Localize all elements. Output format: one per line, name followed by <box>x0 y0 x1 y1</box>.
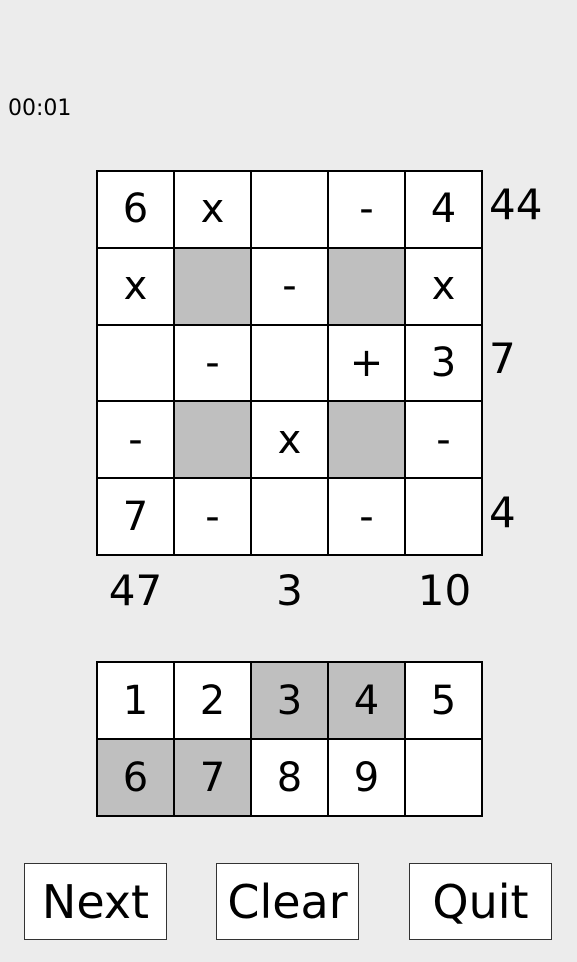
quit-button[interactable]: Quit <box>409 863 552 940</box>
grid-cell[interactable] <box>98 325 173 401</box>
grid-cell[interactable]: - <box>252 248 327 324</box>
grid-cell[interactable]: 4 <box>406 172 481 247</box>
col-clue-1: 47 <box>108 566 163 615</box>
row-clue-3: 7 <box>489 334 516 383</box>
grid-cell[interactable]: x <box>252 402 327 478</box>
number-key-1[interactable]: 1 <box>98 663 173 738</box>
number-key-9[interactable]: 9 <box>329 740 404 815</box>
grid-cell[interactable]: - <box>175 325 250 401</box>
grid-cell[interactable]: + <box>329 325 404 401</box>
number-key-6[interactable]: 6 <box>98 740 173 815</box>
puzzle-grid: 6 x -4 x - x - +3- x -7- - <box>96 170 483 556</box>
blocked-cell <box>329 402 404 478</box>
clear-button[interactable]: Clear <box>216 863 359 940</box>
grid-cell[interactable] <box>406 479 481 554</box>
row-clue-1: 44 <box>489 180 543 229</box>
grid-cell[interactable]: - <box>329 479 404 554</box>
number-key-3[interactable]: 3 <box>252 663 327 738</box>
grid-cell[interactable] <box>252 325 327 401</box>
blocked-cell <box>329 248 404 324</box>
number-key-4[interactable]: 4 <box>329 663 404 738</box>
grid-cell[interactable]: 7 <box>98 479 173 554</box>
timer: 00:01 <box>8 96 72 121</box>
grid-cell[interactable]: - <box>406 402 481 478</box>
grid-cell[interactable]: - <box>98 402 173 478</box>
grid-cell[interactable]: - <box>175 479 250 554</box>
grid-cell[interactable]: - <box>329 172 404 247</box>
col-clue-3: 3 <box>276 566 303 615</box>
row-clue-5: 4 <box>489 488 516 537</box>
blocked-cell <box>175 402 250 478</box>
grid-cell[interactable]: 3 <box>406 325 481 401</box>
grid-cell[interactable]: x <box>98 248 173 324</box>
grid-cell[interactable]: x <box>175 172 250 247</box>
grid-cell[interactable]: 6 <box>98 172 173 247</box>
col-clue-5: 10 <box>417 566 472 615</box>
grid-cell[interactable] <box>252 172 327 247</box>
number-key-8[interactable]: 8 <box>252 740 327 815</box>
grid-cell[interactable] <box>252 479 327 554</box>
number-key-5[interactable]: 5 <box>406 663 481 738</box>
next-button[interactable]: Next <box>24 863 167 940</box>
number-key-7[interactable]: 7 <box>175 740 250 815</box>
number-key-2[interactable]: 2 <box>175 663 250 738</box>
blank-key[interactable] <box>406 740 481 815</box>
number-keypad: 12345 6789 <box>96 661 483 817</box>
blocked-cell <box>175 248 250 324</box>
grid-cell[interactable]: x <box>406 248 481 324</box>
